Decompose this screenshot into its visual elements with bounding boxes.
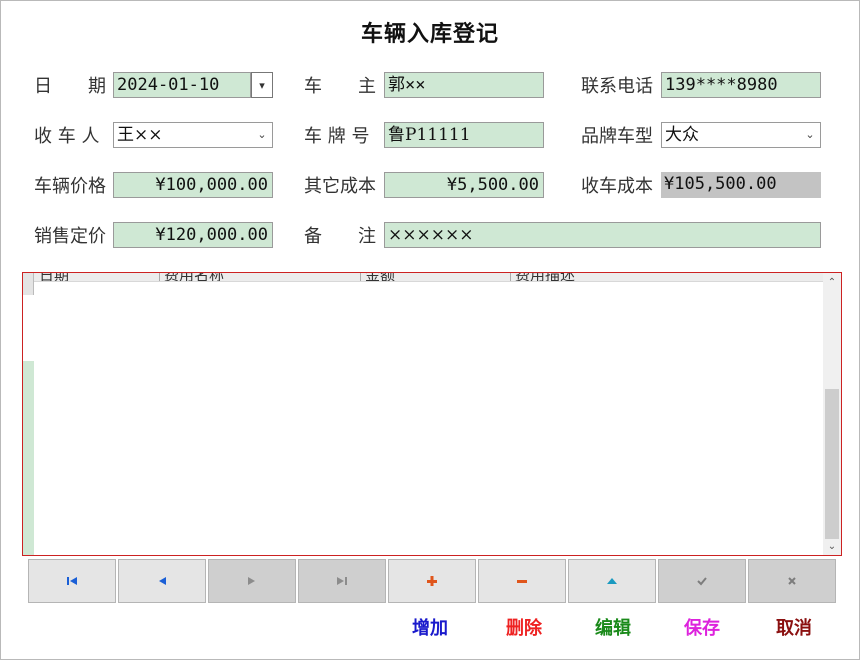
vertical-scrollbar[interactable]: ⌃ ⌄ (823, 273, 841, 555)
next-record-icon (248, 577, 255, 585)
chevron-up-icon[interactable]: ⌃ (823, 274, 841, 290)
post-record-button[interactable] (658, 559, 746, 603)
up-arrow-icon (607, 578, 617, 584)
cost-grid[interactable]: 日期 费用名称 金额 费用描述 ⌃ ⌄ (22, 272, 842, 556)
delete-button[interactable]: 删除 (494, 614, 554, 640)
sale-price-label: 销售定价 (34, 226, 106, 247)
chevron-down-icon[interactable]: ⌄ (801, 124, 819, 146)
save-button[interactable]: 保存 (672, 614, 732, 640)
owner-field[interactable]: 郭×× (384, 72, 544, 98)
column-header-fee-name[interactable]: 费用名称 (159, 273, 224, 281)
last-record-icon (337, 577, 347, 585)
plate-field[interactable]: 鲁P11111 (384, 122, 544, 148)
other-cost-field[interactable]: ¥5,500.00 (384, 172, 544, 198)
plate-label: 车 牌 号 (304, 126, 370, 147)
x-icon (788, 577, 796, 585)
chevron-down-icon: ▾ (259, 78, 265, 92)
page-title: 车辆入库登记 (360, 21, 499, 47)
plus-icon (427, 576, 437, 586)
add-button[interactable]: 增加 (400, 614, 460, 640)
other-cost-label: 其它成本 (304, 176, 376, 197)
phone-field[interactable]: 139****8980 (661, 72, 821, 98)
remark-field[interactable]: ×××××× (384, 222, 821, 248)
edit-button[interactable]: 编辑 (583, 614, 643, 640)
minus-icon (517, 580, 527, 583)
cancel-record-button[interactable] (748, 559, 836, 603)
check-icon (697, 577, 707, 586)
last-record-button[interactable] (298, 559, 386, 603)
price-label: 车辆价格 (34, 176, 106, 197)
chevron-down-icon[interactable]: ⌄ (253, 124, 271, 146)
first-record-icon (67, 577, 77, 585)
total-cost-field: ¥105,500.00 (661, 172, 821, 198)
prev-record-icon (159, 577, 166, 585)
total-cost-label: 收车成本 (581, 176, 653, 197)
brand-value: 大众 (665, 125, 699, 145)
sale-price-field[interactable]: ¥120,000.00 (113, 222, 273, 248)
date-field[interactable]: 2024-01-10 (113, 72, 251, 98)
chevron-down-icon[interactable]: ⌄ (823, 538, 841, 554)
row-indicator-column (23, 361, 34, 555)
edit-record-button[interactable] (568, 559, 656, 603)
phone-label: 联系电话 (581, 76, 653, 97)
next-record-button[interactable] (208, 559, 296, 603)
receiver-value: 王×× (117, 125, 163, 145)
prev-record-button[interactable] (118, 559, 206, 603)
date-dropdown-button[interactable]: ▾ (251, 72, 273, 98)
receiver-label: 收 车 人 (34, 126, 100, 147)
price-field[interactable]: ¥100,000.00 (113, 172, 273, 198)
record-navigator (28, 559, 836, 603)
owner-label: 车 主 (304, 76, 376, 97)
first-record-button[interactable] (28, 559, 116, 603)
column-header-amount[interactable]: 金额 (360, 273, 395, 281)
remark-label: 备 注 (304, 226, 376, 247)
cancel-button[interactable]: 取消 (764, 614, 824, 640)
brand-select[interactable]: 大众 ⌄ (661, 122, 821, 148)
brand-label: 品牌车型 (581, 126, 653, 147)
column-header-date[interactable]: 日期 (35, 273, 69, 281)
insert-record-button[interactable] (388, 559, 476, 603)
delete-record-button[interactable] (478, 559, 566, 603)
column-header-fee-description[interactable]: 费用描述 (510, 273, 575, 281)
receiver-select[interactable]: 王×× ⌄ (113, 122, 273, 148)
scrollbar-thumb[interactable] (825, 389, 839, 539)
date-label: 日 期 (34, 76, 106, 97)
row-indicator[interactable] (23, 273, 34, 295)
grid-header: 日期 费用名称 金额 费用描述 (23, 273, 823, 282)
